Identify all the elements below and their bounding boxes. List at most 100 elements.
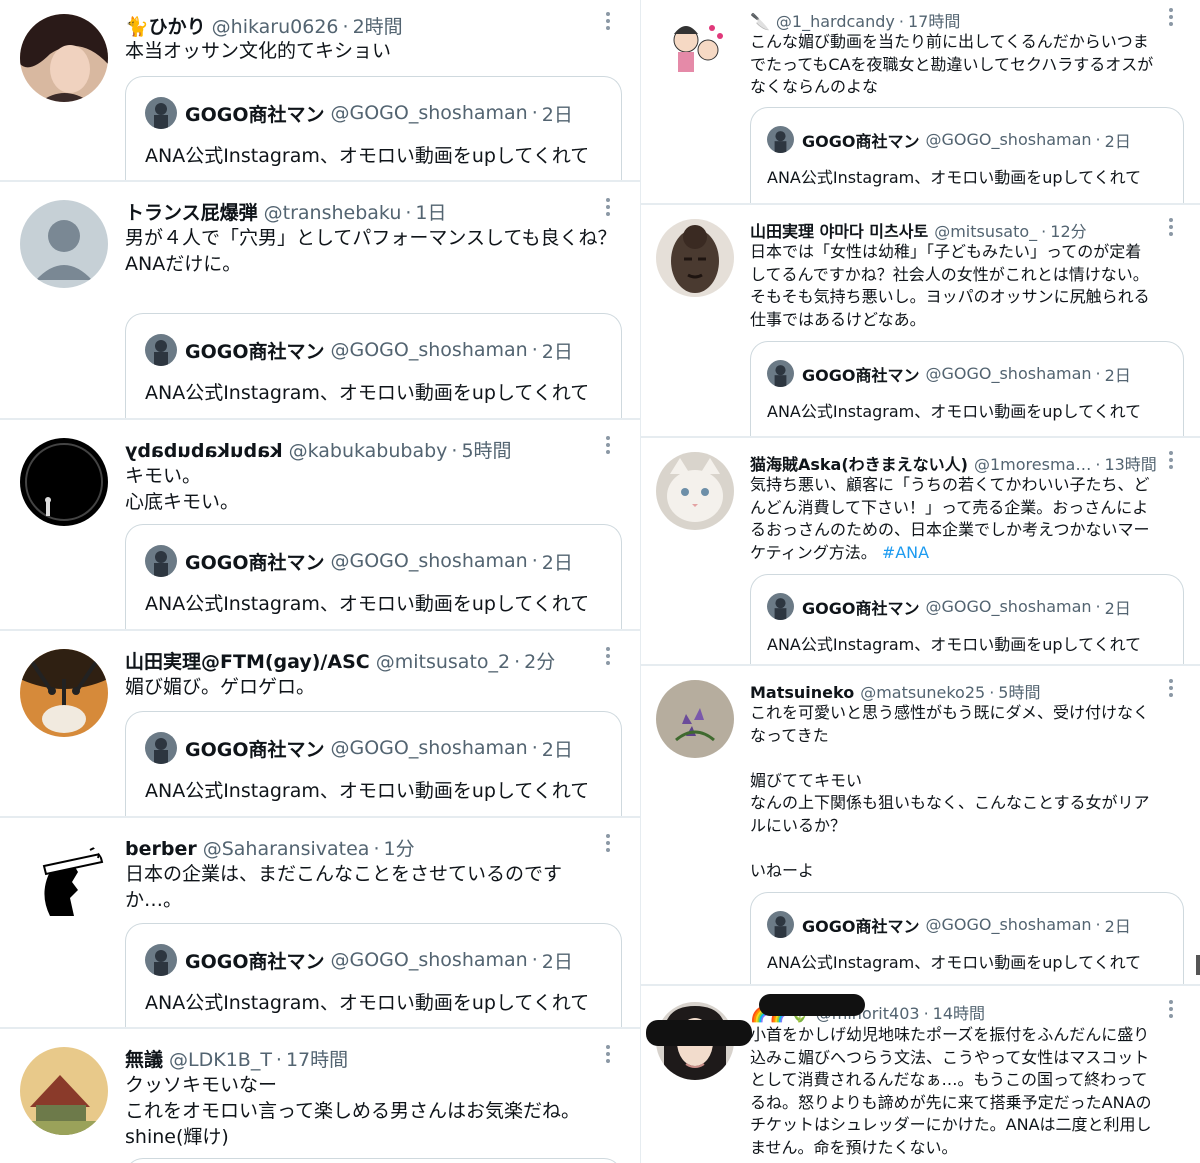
tweet[interactable]: 🌈🌈🌷@minorit403·14時間 小首をかしげ幼児地味たポーズを振付をふん…	[641, 984, 1200, 1163]
avatar[interactable]	[20, 649, 108, 737]
tweet-text: 日本では「女性は幼稚」「子どもみたい」ってのが定着 してるんですかね？社会人の女…	[750, 242, 1150, 329]
quoted-handle: @GOGO_shoshaman	[925, 130, 1092, 149]
more-options-icon[interactable]	[605, 436, 611, 454]
user-handle[interactable]: @1_hardcandy	[776, 12, 895, 31]
quoted-display-name: GOGO商社マン	[802, 916, 920, 936]
timestamp[interactable]: 1分	[384, 838, 415, 860]
more-options-icon[interactable]	[605, 647, 611, 665]
display-name[interactable]: 山田実理@FTM(gay)/ASC	[125, 651, 370, 673]
quoted-timestamp: 2日	[1104, 365, 1131, 385]
tweet-text: 媚び媚び。ゲロゲロ。	[125, 676, 316, 698]
display-name[interactable]: kabukabubaby	[125, 440, 283, 462]
avatar[interactable]	[20, 438, 108, 526]
user-handle[interactable]: @Saharansivatea	[203, 838, 370, 860]
more-options-icon[interactable]	[1168, 451, 1174, 469]
hashtag-link[interactable]: #ANA	[882, 543, 929, 562]
avatar[interactable]	[656, 10, 732, 86]
tweet[interactable]: 🔪 @1_hardcandy · 17時間 こんな媚び動画を当たり前に出してくるんだか…	[641, 0, 1200, 205]
more-options-icon[interactable]	[1168, 8, 1174, 26]
quoted-avatar	[145, 732, 177, 764]
more-options-icon[interactable]	[1168, 679, 1174, 697]
quoted-handle: @GOGO_shoshaman	[925, 364, 1092, 383]
user-handle[interactable]: @matsuneko25	[860, 683, 985, 702]
tweet[interactable]: 山田実理 야마다 미츠사토 @mitsusato_ · 12分 日本では「女性は幼稚」…	[641, 203, 1200, 438]
more-options-icon[interactable]	[605, 198, 611, 216]
quoted-tweet[interactable]	[125, 1158, 622, 1163]
tweet[interactable]: トランス屁爆弾 @transhebaku · 1日 男が４人で「穴男」としてパフォーマ…	[0, 180, 640, 420]
tweet[interactable]: kabukabubaby @kabukabubaby · 5時間 キモい。 心底キモい…	[0, 418, 640, 631]
tweet[interactable]: berber @Saharansivatea · 1分 日本の企業は、まだこんなことを…	[0, 816, 640, 1029]
tweet[interactable]: 山田実理@FTM(gay)/ASC @mitsusato_2 · 2分 媚び媚び。ゲロ…	[0, 629, 640, 818]
display-name[interactable]: 無議	[125, 1049, 163, 1071]
display-name[interactable]: Matsuineko	[750, 683, 854, 702]
quoted-display-name: GOGO商社マン	[185, 340, 325, 363]
right-screenshot-column: 🔪 @1_hardcandy · 17時間 こんな媚び動画を当たり前に出してくるんだか…	[641, 0, 1200, 1163]
timestamp[interactable]: 5時間	[998, 683, 1040, 702]
redaction-bar	[646, 1020, 752, 1046]
quoted-tweet[interactable]: GOGO商社マン @GOGO_shoshaman · 2日 ANA公式Instagra…	[750, 574, 1184, 664]
quoted-tweet[interactable]: GOGO商社マン @GOGO_shoshaman · 2日 ANA公式Instagra…	[750, 107, 1184, 203]
user-handle[interactable]: @kabukabubaby	[289, 440, 448, 462]
quoted-handle: @GOGO_shoshaman	[330, 550, 528, 572]
avatar[interactable]	[20, 1047, 108, 1135]
tweet[interactable]: 🐈ひかり @hikaru0626 · 2時間 本当オッサン文化的てキショい GOGO商…	[0, 0, 640, 182]
user-handle[interactable]: @mitsusato_2	[376, 651, 510, 673]
quoted-display-name: GOGO商社マン	[802, 598, 920, 618]
quoted-tweet[interactable]: GOGO商社マン @GOGO_shoshaman · 2日 ANA公式Instagra…	[125, 923, 622, 1027]
display-name[interactable]: berber	[125, 838, 197, 860]
more-options-icon[interactable]	[605, 1045, 611, 1063]
quoted-tweet[interactable]: GOGO商社マン @GOGO_shoshaman · 2日 ANA公式Instagra…	[125, 711, 622, 816]
timestamp[interactable]: 1日	[415, 202, 446, 224]
display-name[interactable]: 🐈ひかり	[125, 16, 206, 38]
display-name[interactable]: 山田実理 야마다 미츠사토	[750, 222, 928, 241]
more-options-icon[interactable]	[605, 12, 611, 30]
avatar[interactable]	[20, 836, 108, 924]
tweet[interactable]: 無議 @LDK1B_T · 17時間 クッソキモいなー これをオモロい言って楽しめる男…	[0, 1027, 640, 1163]
more-options-icon[interactable]	[1168, 218, 1174, 236]
avatar[interactable]	[656, 680, 734, 758]
quoted-tweet[interactable]: GOGO商社マン @GOGO_shoshaman · 2日 ANA公式Instagra…	[125, 524, 622, 629]
user-handle[interactable]: @hikaru0626	[212, 16, 339, 38]
quoted-text: ANA公式Instagram、オモロい動画をupしてくれて	[145, 780, 590, 802]
quoted-display-name: GOGO商社マン	[185, 950, 325, 973]
quoted-text: ANA公式Instagram、オモロい動画をupしてくれて	[145, 145, 590, 167]
quoted-display-name: GOGO商社マン	[185, 738, 325, 761]
quoted-tweet-header: GOGO商社マン @GOGO_shoshaman · 2日	[145, 944, 573, 976]
display-name[interactable]: トランス屁爆弾	[125, 202, 258, 224]
tweet[interactable]: 猫海賊Aska(わきまえない人) @1moresma… · 13時間 気持ち悪い、顧客…	[641, 436, 1200, 666]
quoted-tweet[interactable]: GOGO商社マン @GOGO_shoshaman · 2日 ANA公式Instagra…	[125, 76, 622, 180]
user-handle[interactable]: @transhebaku	[264, 202, 402, 224]
quoted-tweet[interactable]: GOGO商社マン @GOGO_shoshaman · 2日 ANA公式Instagra…	[125, 313, 622, 418]
quoted-tweet[interactable]: GOGO商社マン @GOGO_shoshaman · 2日 ANA公式Instagra…	[750, 341, 1184, 436]
quoted-avatar	[767, 593, 794, 620]
timestamp[interactable]: 5時間	[461, 440, 511, 462]
avatar[interactable]	[20, 14, 108, 102]
avatar[interactable]	[20, 200, 108, 288]
timestamp[interactable]: 13時間	[1104, 455, 1156, 474]
tweet-text: こんな媚び動画を当たり前に出してくるんだからいつま でたってもCAを夜職女と勘違…	[750, 32, 1154, 96]
redaction-bar	[759, 994, 865, 1016]
timestamp[interactable]: 2時間	[353, 16, 403, 38]
user-handle[interactable]: @mitsusato_	[934, 222, 1037, 241]
more-options-icon[interactable]	[605, 834, 611, 852]
timestamp[interactable]: 12分	[1050, 222, 1086, 241]
quoted-tweet[interactable]: GOGO商社マン @GOGO_shoshaman · 2日 ANA公式Instagra…	[750, 892, 1184, 984]
tweet-header: 無議 @LDK1B_T · 17時間	[125, 1049, 349, 1071]
quoted-timestamp: 2日	[541, 551, 573, 574]
user-handle[interactable]: @LDK1B_T	[169, 1049, 272, 1071]
timestamp[interactable]: 17時間	[908, 12, 960, 31]
avatar[interactable]	[656, 452, 734, 530]
timestamp[interactable]: 2分	[524, 651, 555, 673]
user-handle[interactable]: @1moresma…	[974, 455, 1091, 474]
display-name[interactable]: 🔪	[750, 12, 770, 31]
timestamp[interactable]: 17時間	[286, 1049, 348, 1071]
scrollbar[interactable]	[1196, 955, 1200, 975]
avatar[interactable]	[656, 219, 734, 297]
quoted-avatar	[145, 944, 177, 976]
more-options-icon[interactable]	[1168, 1000, 1174, 1018]
tweet-text: 小首をかしげ幼児地味たポーズを振付をふんだんに盛り 込みこ媚びへつらう文法、こう…	[750, 1025, 1152, 1157]
tweet[interactable]: Matsuineko @matsuneko25 · 5時間 これを可愛いと思う感性がも…	[641, 664, 1200, 986]
display-name[interactable]: 猫海賊Aska(わきまえない人)	[750, 455, 968, 474]
timestamp[interactable]: 14時間	[933, 1004, 985, 1023]
tweet-header: 🔪 @1_hardcandy · 17時間	[750, 12, 961, 31]
